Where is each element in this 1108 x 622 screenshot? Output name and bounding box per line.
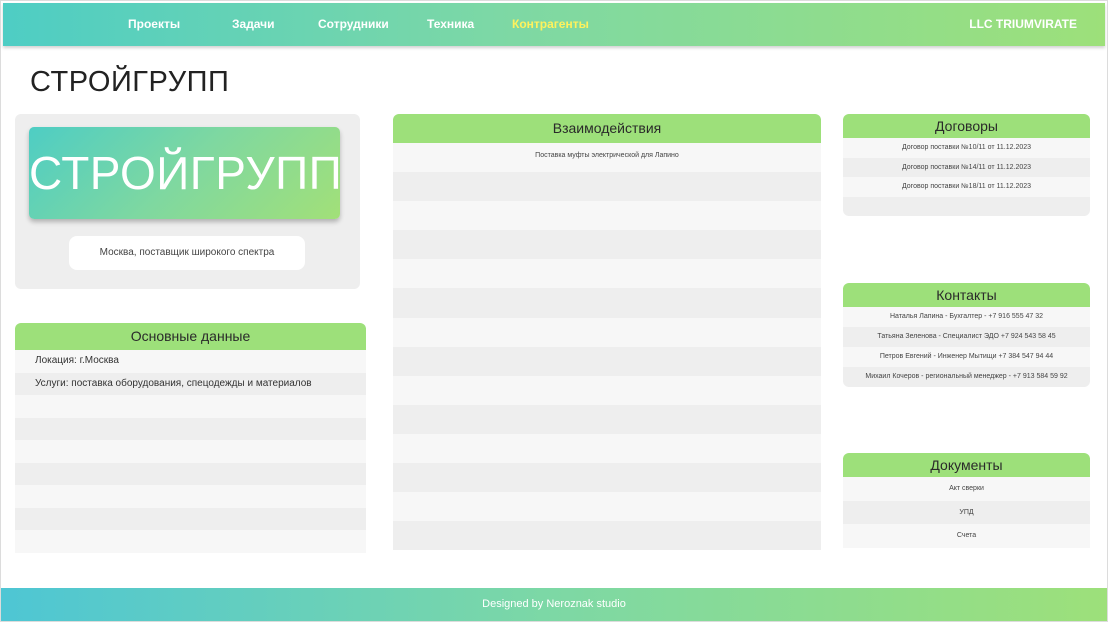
contract-row[interactable]: Договор поставки №10/11 от 11.12.2023: [843, 138, 1090, 158]
page-title: СТРОЙГРУПП: [30, 66, 230, 98]
contacts-title: Контакты: [843, 283, 1090, 307]
nav-item-counterparties[interactable]: Контрагенты: [512, 3, 589, 46]
main-data-panel: Основные данные Локация: г.Москва Услуги…: [15, 323, 366, 553]
footer: Designed by Neroznak studio: [1, 588, 1107, 621]
interaction-row[interactable]: [393, 346, 821, 376]
interaction-row[interactable]: [393, 230, 821, 260]
top-navbar: Проекты Задачи Сотрудники Техника Контра…: [3, 3, 1105, 46]
interaction-row[interactable]: [393, 259, 821, 289]
nav-item-employees[interactable]: Сотрудники: [318, 3, 389, 46]
main-data-row: [15, 417, 366, 440]
contract-row[interactable]: Договор поставки №14/11 от 11.12.2023: [843, 157, 1090, 177]
contact-row[interactable]: Михаил Кочеров - региональный менеджер -…: [843, 367, 1090, 387]
interaction-row[interactable]: [393, 288, 821, 318]
nav-item-equipment[interactable]: Техника: [427, 3, 474, 46]
main-data-row: [15, 395, 366, 418]
interaction-row[interactable]: [393, 201, 821, 231]
main-data-row: [15, 485, 366, 508]
main-data-row: [15, 507, 366, 530]
interaction-row[interactable]: [393, 375, 821, 405]
interaction-row[interactable]: [393, 404, 821, 434]
document-row[interactable]: Счета: [843, 524, 1090, 548]
main-data-title: Основные данные: [15, 323, 366, 350]
contacts-panel: Контакты Наталья Лапина - Бухгалтер - +7…: [843, 283, 1090, 387]
documents-panel: Документы Акт сверки УПД Счета: [843, 453, 1090, 548]
company-card: СТРОЙГРУПП Москва, поставщик широкого сп…: [15, 114, 360, 289]
nav-item-tasks[interactable]: Задачи: [232, 3, 275, 46]
interactions-panel: Взаимодействия Поставка муфты электричес…: [393, 114, 821, 551]
document-row[interactable]: УПД: [843, 500, 1090, 524]
interaction-row[interactable]: [393, 463, 821, 493]
contract-row[interactable]: Договор поставки №18/11 от 11.12.2023: [843, 177, 1090, 197]
contract-row[interactable]: [843, 196, 1090, 216]
main-data-row: Услуги: поставка оборудования, спецодежд…: [15, 372, 366, 395]
interaction-row[interactable]: [393, 521, 821, 551]
main-data-row: Локация: г.Москва: [15, 350, 366, 373]
interactions-title: Взаимодействия: [393, 114, 821, 143]
company-logo: СТРОЙГРУПП: [29, 127, 340, 219]
contact-row[interactable]: Петров Евгений - Инженер Мытищи +7 384 5…: [843, 347, 1090, 367]
interaction-row[interactable]: Поставка муфты электрической для Лапино: [393, 143, 821, 173]
main-data-row: [15, 462, 366, 485]
documents-title: Документы: [843, 453, 1090, 477]
interaction-row[interactable]: [393, 172, 821, 202]
main-data-row: [15, 440, 366, 463]
contact-row[interactable]: Татьяна Зеленова - Специалист ЭДО +7 924…: [843, 327, 1090, 347]
contracts-title: Договоры: [843, 114, 1090, 138]
main-data-row: [15, 530, 366, 553]
interaction-row[interactable]: [393, 433, 821, 464]
interaction-row[interactable]: [393, 317, 821, 347]
contact-row[interactable]: Наталья Лапина - Бухгалтер - +7 916 555 …: [843, 307, 1090, 327]
document-row[interactable]: Акт сверки: [843, 477, 1090, 501]
contracts-panel: Договоры Договор поставки №10/11 от 11.1…: [843, 114, 1090, 216]
brand-name[interactable]: LLC TRIUMVIRATE: [969, 3, 1077, 46]
nav-item-projects[interactable]: Проекты: [128, 3, 180, 46]
company-description: Москва, поставщик широкого спектра: [69, 236, 305, 270]
interaction-row[interactable]: [393, 492, 821, 522]
